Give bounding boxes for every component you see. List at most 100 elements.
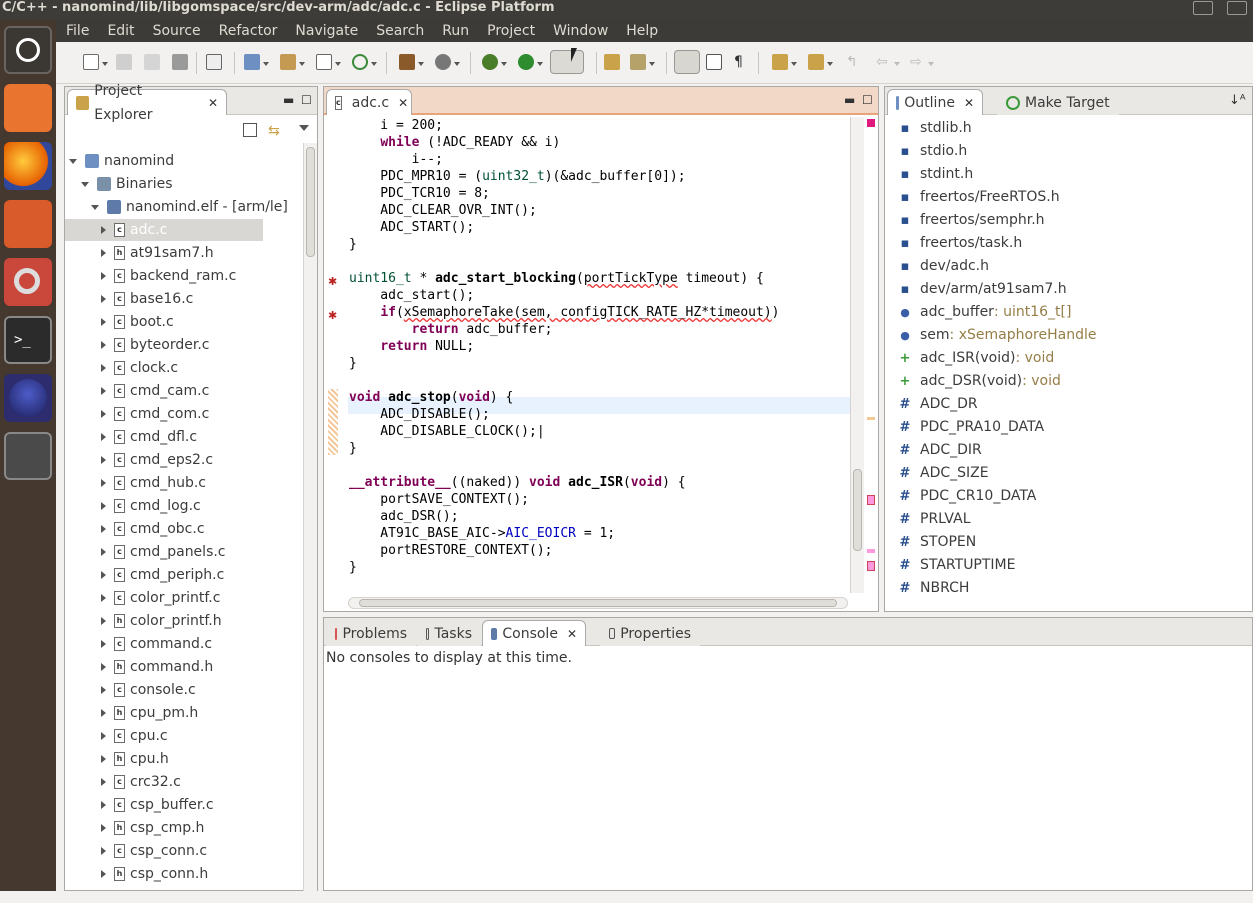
tree-item-file[interactable]: h csp_cmp.h <box>101 817 204 839</box>
expand-icon[interactable] <box>101 617 106 625</box>
software-center-icon[interactable] <box>4 200 52 248</box>
tree-item-file[interactable]: h csp_conn.h <box>101 863 208 885</box>
tree-item-file[interactable]: c cmd_panels.c <box>101 541 226 563</box>
expand-icon[interactable] <box>101 525 106 533</box>
collapse-all-icon[interactable] <box>243 123 257 137</box>
expand-icon[interactable] <box>101 847 106 855</box>
battery-icon[interactable] <box>1227 1 1247 15</box>
expand-icon[interactable] <box>101 732 106 740</box>
tree-item-file[interactable]: c cmd_log.c <box>101 495 201 517</box>
expand-icon[interactable] <box>101 686 106 694</box>
expand-icon[interactable] <box>101 594 106 602</box>
tree-item-file[interactable]: c boot.c <box>101 311 174 333</box>
tree-item-file[interactable]: c base16.c <box>101 288 193 310</box>
tree-item-file[interactable]: c cmd_cam.c <box>101 380 209 402</box>
outline-item[interactable]: + adc_ISR(void) : void <box>899 347 1055 370</box>
menu-navigate[interactable]: Navigate <box>295 20 358 42</box>
expand-icon[interactable] <box>101 410 106 418</box>
save-all-icon[interactable] <box>144 54 160 70</box>
expand-icon[interactable] <box>101 663 106 671</box>
toggle-block-selection-icon[interactable] <box>706 54 722 70</box>
build-icon[interactable] <box>399 54 415 70</box>
expand-icon[interactable] <box>101 226 106 234</box>
minimize-icon[interactable]: ▬ <box>283 93 294 107</box>
expand-icon[interactable] <box>101 249 106 257</box>
expand-icon[interactable] <box>101 870 106 878</box>
tree-item-file[interactable]: h cpu.h <box>101 748 169 770</box>
menu-edit[interactable]: Edit <box>107 20 134 42</box>
previous-annotation-icon[interactable] <box>808 54 824 70</box>
external-tools-icon[interactable] <box>550 50 584 74</box>
outline-item[interactable]: # PDC_PRA10_DATA <box>899 416 1045 439</box>
outline-item[interactable]: ▪ stdlib.h <box>899 117 972 140</box>
new-file-icon[interactable] <box>316 54 332 70</box>
tree-item-file[interactable]: c cmd_hub.c <box>101 472 206 494</box>
outline-item[interactable]: # ADC_DIR <box>899 439 982 462</box>
tab-tasks[interactable]: Tasks <box>417 620 481 646</box>
outline-item[interactable]: # NBRCH <box>899 577 970 600</box>
menu-file[interactable]: File <box>66 20 89 42</box>
expand-icon[interactable] <box>101 364 106 372</box>
new-class-icon[interactable] <box>352 54 368 70</box>
outline-item[interactable]: # STOPEN <box>899 531 977 554</box>
outline-item[interactable]: # PRLVAL <box>899 508 971 531</box>
close-icon[interactable]: ✕ <box>567 622 577 646</box>
tab-properties[interactable]: Properties <box>600 620 700 646</box>
tree-item-file[interactable]: c cmd_dfl.c <box>101 426 197 448</box>
outline-item[interactable]: ● adc_buffer : uint16_t[] <box>899 301 1071 324</box>
maximize-icon[interactable]: ☐ <box>862 93 873 107</box>
search-tool-icon[interactable] <box>630 54 646 70</box>
close-icon[interactable]: ✕ <box>208 91 218 115</box>
tree-item-file[interactable]: h cpu_pm.h <box>101 702 198 724</box>
close-icon[interactable]: ✕ <box>964 91 974 115</box>
outline-item[interactable]: ▪ stdio.h <box>899 140 968 163</box>
tree-item-file[interactable]: c command.c <box>101 633 212 655</box>
system-settings-icon[interactable] <box>4 258 52 306</box>
menu-refactor[interactable]: Refactor <box>219 20 278 42</box>
close-icon[interactable]: ✕ <box>398 91 408 115</box>
outline-item[interactable]: + adc_DSR(void) : void <box>899 370 1061 393</box>
tree-item-file[interactable]: h color_printf.h <box>101 610 222 632</box>
menu-project[interactable]: Project <box>487 20 535 42</box>
expand-icon[interactable] <box>101 341 106 349</box>
run-icon[interactable] <box>518 54 534 70</box>
tree-item-binaries[interactable]: Binaries <box>81 173 173 195</box>
menu-help[interactable]: Help <box>626 20 658 42</box>
project-tree-scrollbar[interactable] <box>303 143 317 891</box>
debug-config-icon[interactable] <box>435 54 451 70</box>
expand-icon[interactable] <box>101 778 106 786</box>
expand-icon[interactable] <box>101 387 106 395</box>
outline-item[interactable]: # ADC_SIZE <box>899 462 989 485</box>
mail-icon[interactable] <box>1193 1 1213 15</box>
outline-item[interactable]: ▪ freertos/FreeRTOS.h <box>899 186 1060 209</box>
tree-item-file[interactable]: c csp_buffer.c <box>101 794 214 816</box>
outline-item[interactable]: ▪ dev/arm/at91sam7.h <box>899 278 1067 301</box>
outline-item[interactable]: ▪ dev/adc.h <box>899 255 989 278</box>
tree-item-file[interactable]: c byteorder.c <box>101 334 209 356</box>
expand-icon[interactable] <box>101 456 106 464</box>
expand-icon[interactable] <box>101 479 106 487</box>
sort-icon[interactable]: ↓ᴬ <box>1229 93 1246 108</box>
tree-item-file[interactable]: c clock.c <box>101 357 178 379</box>
tab-project-explorer[interactable]: Project Explorer ✕ <box>67 83 227 123</box>
show-whitespace-icon[interactable]: ¶ <box>734 54 750 70</box>
back-icon[interactable]: ⇦ <box>876 54 892 70</box>
new-c-project-icon[interactable] <box>244 54 260 70</box>
files-icon[interactable] <box>4 84 52 132</box>
outline-item[interactable]: ▪ freertos/semphr.h <box>899 209 1045 232</box>
workspace-switcher-icon[interactable] <box>4 432 52 480</box>
tree-item-nanomind[interactable]: nanomind <box>69 150 174 172</box>
minimize-icon[interactable]: ▬ <box>844 93 855 107</box>
outline-item[interactable]: ▪ stdint.h <box>899 163 974 186</box>
expand-icon[interactable] <box>101 272 106 280</box>
outline-item[interactable]: ● sem : xSemaphoreHandle <box>899 324 1096 347</box>
tab-outline[interactable]: Outline ✕ <box>887 89 983 115</box>
menu-window[interactable]: Window <box>553 20 608 42</box>
toggle-mark-occurrences-icon[interactable] <box>674 50 700 74</box>
tree-item-elf[interactable]: nanomind.elf - [arm/le] <box>91 196 288 218</box>
expand-icon[interactable] <box>101 801 106 809</box>
tab-console[interactable]: Console ✕ <box>482 620 586 646</box>
tree-item-file[interactable]: c backend_ram.c <box>101 265 236 287</box>
tree-item-file[interactable]: c crc32.c <box>101 771 181 793</box>
new-folder-icon[interactable] <box>280 54 296 70</box>
